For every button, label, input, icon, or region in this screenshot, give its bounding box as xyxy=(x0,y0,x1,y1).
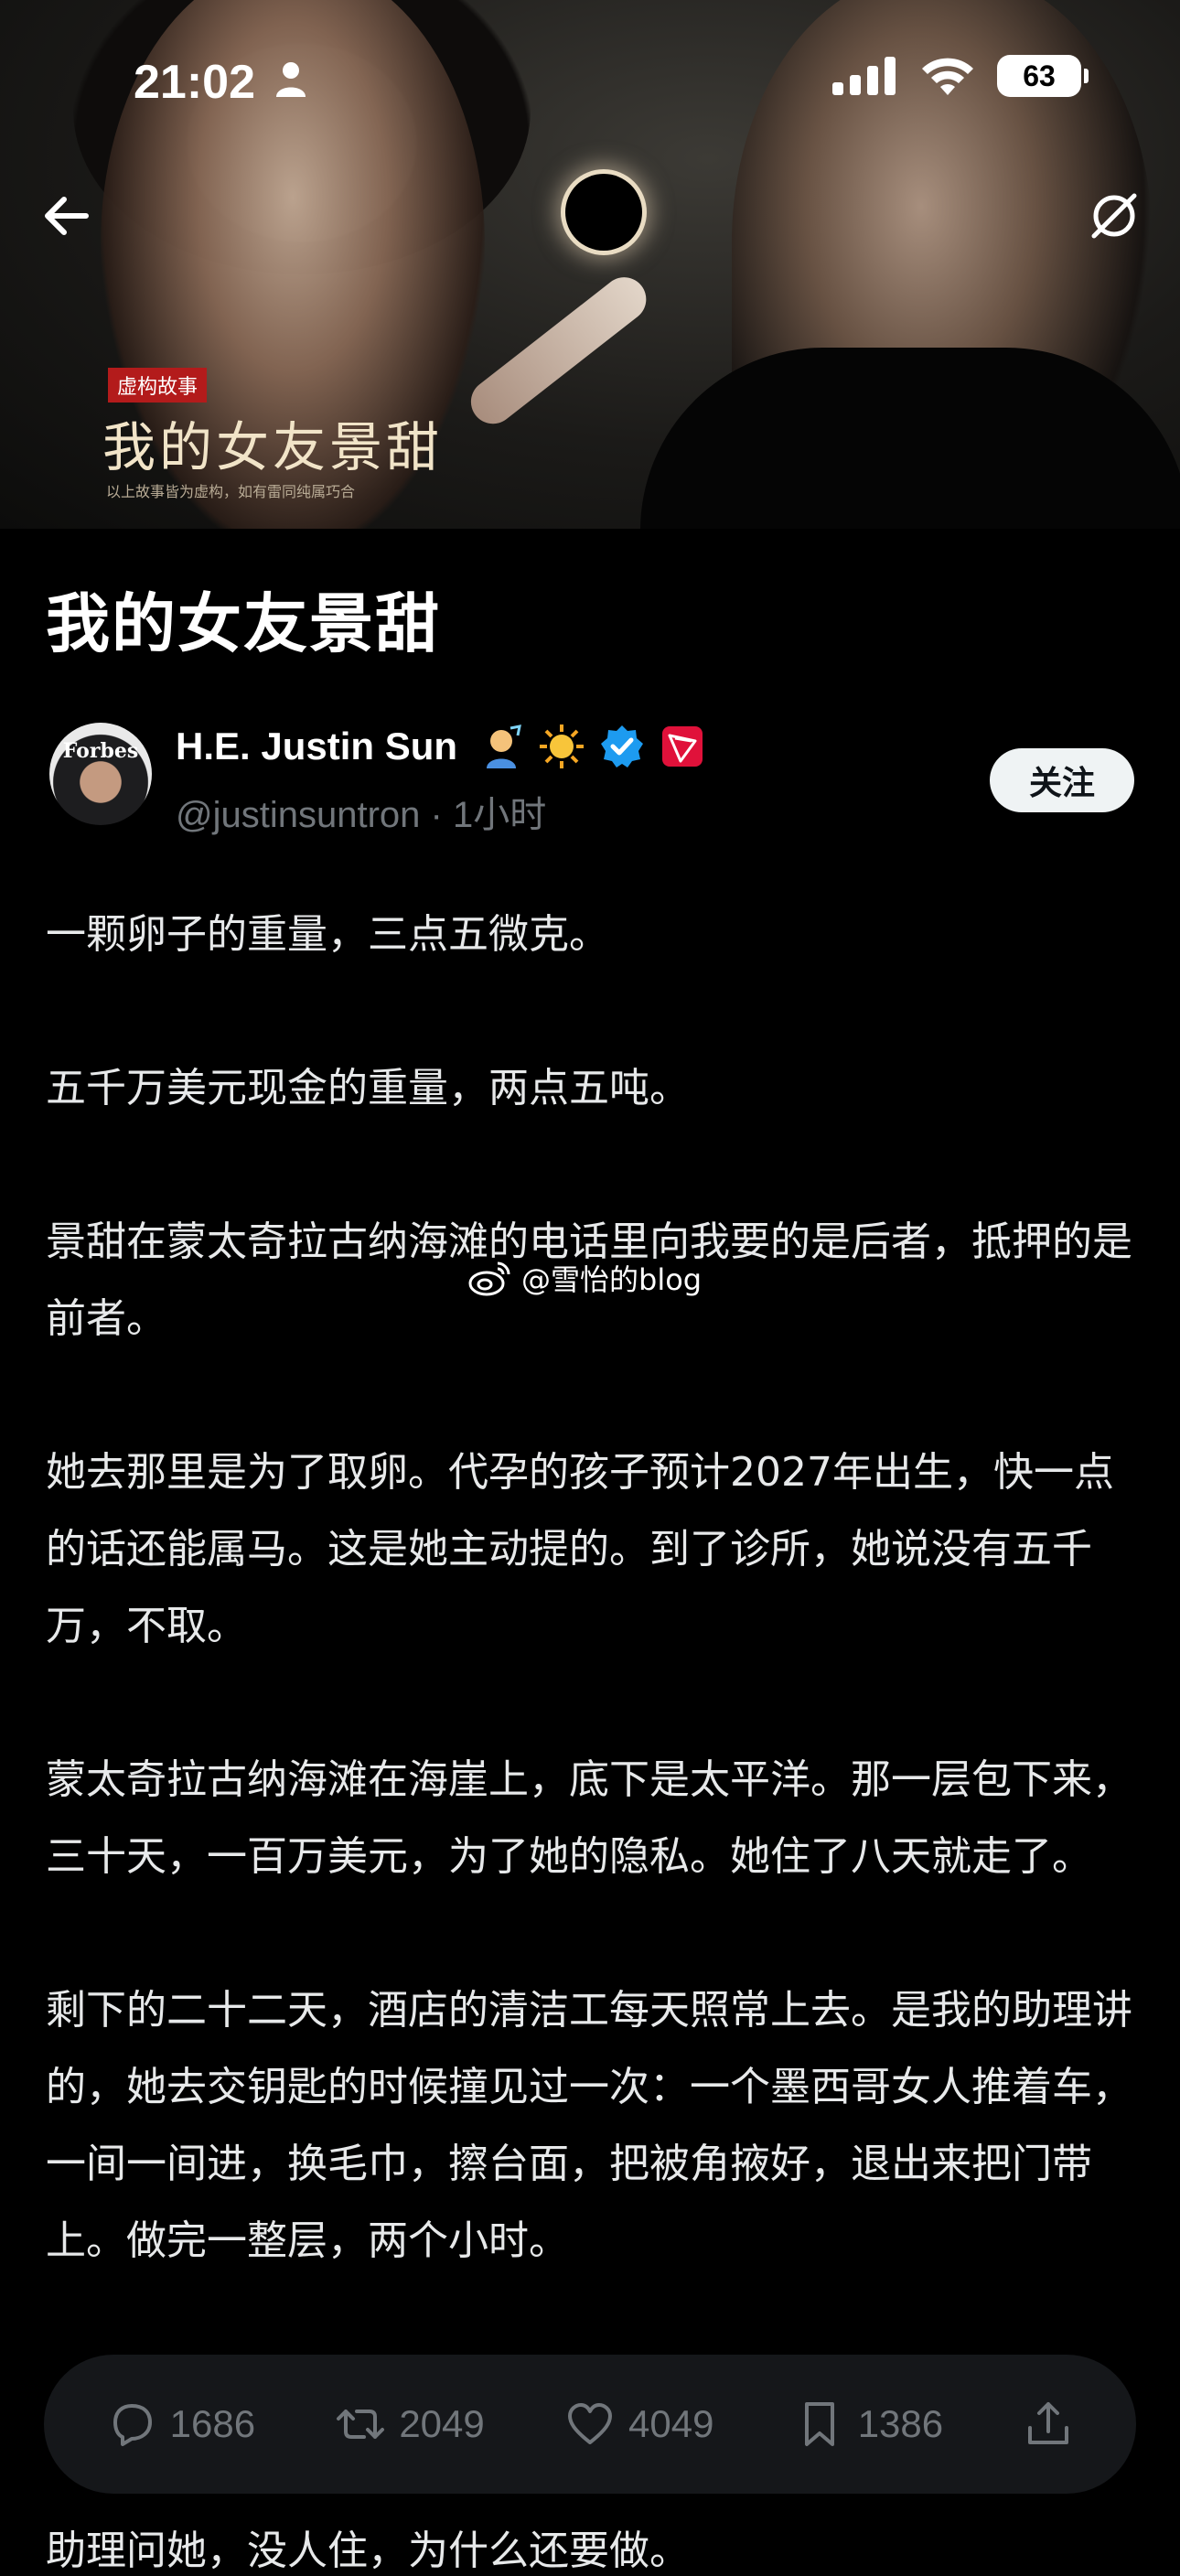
back-button[interactable] xyxy=(37,187,95,245)
like-count: 4049 xyxy=(628,2402,714,2445)
post-paragraph: 她去那里是为了取卵。代孕的孩子预计2027年出生，快一点的话还能属马。这是她主动… xyxy=(46,1449,1114,1649)
author-handle[interactable]: @justinsuntron xyxy=(176,795,420,835)
comment-icon xyxy=(113,2404,152,2446)
status-indicators: 63 xyxy=(832,55,1089,97)
arrow-left-icon xyxy=(45,197,89,235)
post-body: 一颗卵子的重量，三点五微克。 五千万美元现金的重量，两点五吨。 景甜在蒙太奇拉古… xyxy=(46,896,1143,2356)
share-icon xyxy=(1028,2402,1069,2444)
post-paragraph: 剩下的二十二天，酒店的清洁工每天照常上去。是我的助理讲的，她去交钥匙的时候撞见过… xyxy=(46,1987,1132,2264)
sun-emoji-icon xyxy=(538,723,585,770)
repost-count: 2049 xyxy=(399,2402,485,2445)
tron-logo-icon xyxy=(659,723,706,770)
post-title: 我的女友景甜 xyxy=(46,586,441,661)
heart-icon xyxy=(568,2403,612,2444)
battery-indicator: 63 xyxy=(997,55,1089,97)
hero-suit-shape xyxy=(640,348,1180,529)
reply-count: 1686 xyxy=(169,2402,256,2445)
post-paragraph: 五千万美元现金的重量，两点五吨。 xyxy=(46,1065,690,1111)
avatar-forbes-text: Forbes xyxy=(62,739,139,763)
post-paragraph: 一颗卵子的重量，三点五微克。 xyxy=(46,911,609,958)
bookmark-icon xyxy=(804,2402,834,2446)
post-action-bar: 1686 2049 4049 1386 xyxy=(44,2355,1136,2494)
repost-icon xyxy=(337,2410,385,2439)
hero-eclipse xyxy=(565,174,642,251)
post-paragraph: 蒙太奇拉古纳海滩在海崖上，底下是太平洋。那一层包下来，三十天，一百万美元，为了她… xyxy=(46,1756,1132,1880)
grok-button[interactable] xyxy=(1085,187,1143,245)
author-name[interactable]: H.E. Justin Sun xyxy=(176,724,457,768)
verified-badge-icon xyxy=(598,723,646,770)
person-icon xyxy=(276,62,306,97)
post-timestamp: · 1小时 xyxy=(430,795,547,835)
watermark-text: @雪怡的blog xyxy=(521,1262,703,1297)
like-button[interactable]: 4049 xyxy=(564,2399,713,2450)
follow-button[interactable]: 关注 xyxy=(990,748,1134,812)
bookmark-count: 1386 xyxy=(857,2402,944,2445)
hero-badge: 虚构故事 xyxy=(108,368,208,402)
avatar[interactable]: Forbes xyxy=(49,723,152,825)
bookmark-button[interactable]: 1386 xyxy=(794,2399,943,2450)
hero-title: 我的女友景甜 xyxy=(102,416,444,478)
status-time: 21:02 xyxy=(134,56,255,109)
post-paragraph-trailing: 助理问她，没人住，为什么还要做。 xyxy=(46,2528,690,2574)
hero-disclaimer: 以上故事皆为虚构，如有雷同纯属巧合 xyxy=(106,483,356,500)
repost-button[interactable]: 2049 xyxy=(335,2399,485,2450)
hero-nail-file xyxy=(462,268,656,433)
author-handle-line: @justinsuntron · 1小时 xyxy=(176,785,546,838)
weibo-logo-icon xyxy=(468,1261,510,1296)
share-button[interactable] xyxy=(1023,2399,1074,2450)
grok-icon xyxy=(1091,193,1137,239)
cellular-signal-icon xyxy=(832,57,896,95)
scientist-emoji-icon xyxy=(477,723,525,770)
weibo-watermark: @雪怡的blog xyxy=(468,1257,702,1299)
author-badges xyxy=(477,723,706,770)
wifi-icon xyxy=(922,58,973,95)
reply-button[interactable]: 1686 xyxy=(106,2399,255,2450)
